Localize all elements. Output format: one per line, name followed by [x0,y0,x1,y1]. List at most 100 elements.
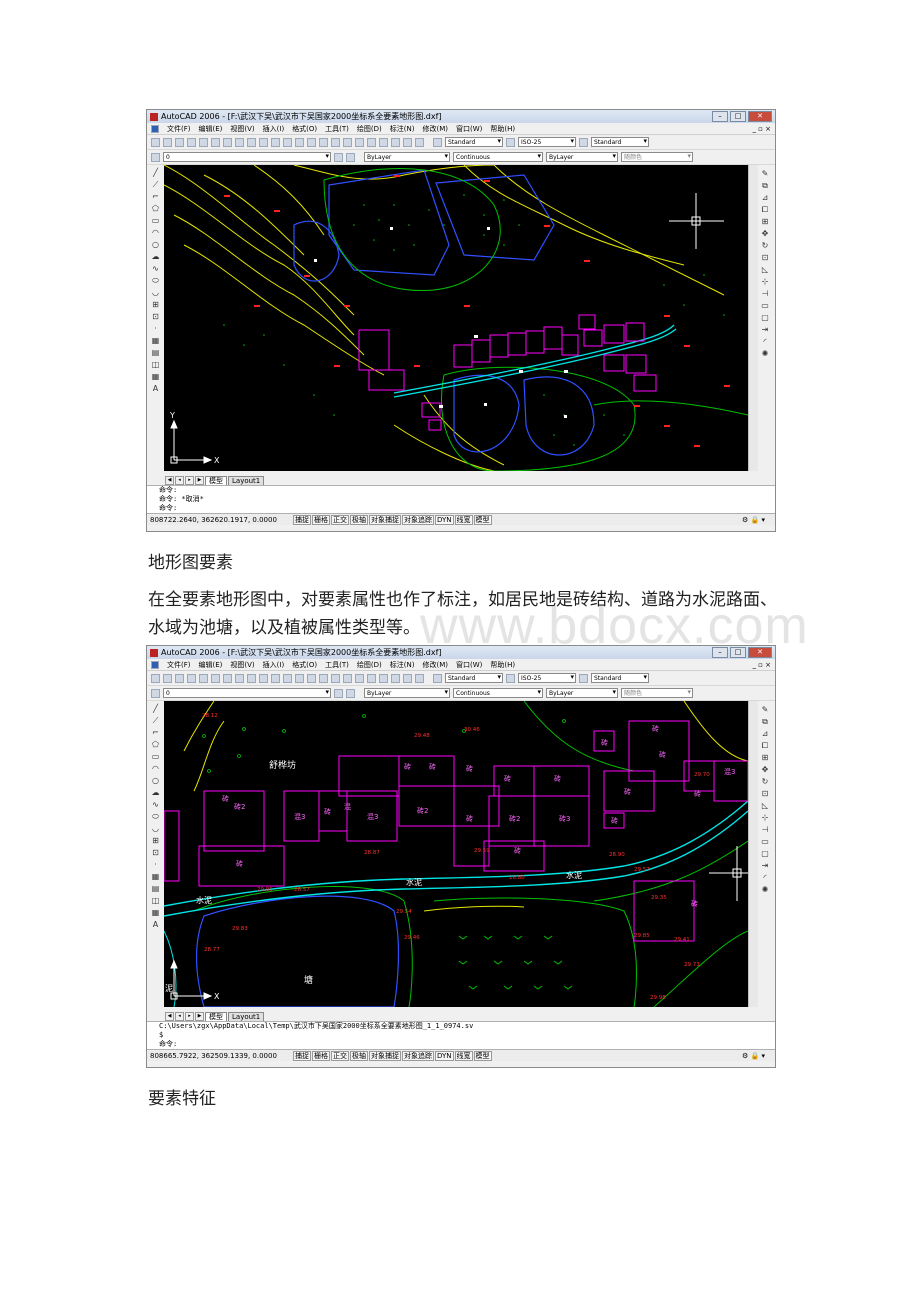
offset-icon[interactable]: ⧠ [761,205,770,214]
markup-icon[interactable] [391,137,400,147]
snap-toggle[interactable]: 捕捉 [293,1050,311,1061]
revcloud-icon[interactable]: ☁ [151,788,160,797]
menu-help[interactable]: 帮助(H) [490,660,515,670]
point-icon[interactable]: · [151,324,160,333]
lineweight-toggle[interactable]: 线宽 [454,1050,473,1061]
table-style-select[interactable]: Standard [591,673,649,683]
join-icon[interactable]: ▢ [761,313,770,322]
save-icon[interactable] [175,673,184,683]
linetype-select[interactable]: Continuous [453,152,543,162]
join-icon[interactable]: ▢ [761,849,770,858]
minimize-button[interactable]: – [712,647,728,658]
properties-icon[interactable] [343,673,352,683]
fillet-icon[interactable]: ◜ [761,873,770,882]
print-icon[interactable] [187,137,196,147]
region-icon[interactable]: ◫ [151,896,160,905]
array-icon[interactable]: ⊞ [761,217,770,226]
make-block-icon[interactable]: ⊡ [151,312,160,321]
menu-file[interactable]: 文件(F) [167,660,191,670]
first-tab-button[interactable]: ◀ [165,475,174,485]
layer-previous-icon[interactable] [346,688,355,698]
color-select[interactable]: ByLayer [364,688,450,698]
doc-window-controls[interactable]: _ ▫ × [752,125,775,133]
mirror-icon[interactable]: ⊿ [761,729,770,738]
vertical-scrollbar[interactable] [748,701,758,1007]
erase-icon[interactable]: ✎ [761,169,770,178]
command-prompt[interactable]: 命令: [159,1040,775,1049]
polygon-icon[interactable]: ⬠ [151,740,160,749]
copy-object-icon[interactable]: ⧉ [761,181,770,190]
tray-icons[interactable]: ⚙ 🔒 ▾ [742,516,775,524]
text-style-select[interactable]: Standard [445,673,503,683]
model-toggle[interactable]: 模型 [473,514,492,525]
menu-window[interactable]: 窗口(W) [456,124,482,134]
rectangle-icon[interactable]: ▭ [151,752,160,761]
menu-tools[interactable]: 工具(T) [325,124,349,134]
fillet-icon[interactable]: ◜ [761,337,770,346]
menu-draw[interactable]: 绘图(D) [357,124,382,134]
hatch-icon[interactable]: ▦ [151,872,160,881]
tab-model[interactable]: 模型 [205,1011,227,1021]
mtext-icon[interactable]: A [151,384,160,393]
table-style-select[interactable]: Standard [591,137,649,147]
osnap-toggle[interactable]: 对象捕捉 [369,514,401,525]
model-space-canvas[interactable]: Y X [163,164,749,472]
move-icon[interactable]: ✥ [761,229,770,238]
grid-toggle[interactable]: 栅格 [312,514,330,525]
calculator-icon[interactable] [403,137,412,147]
ortho-toggle[interactable]: 正交 [331,514,349,525]
doc-window-controls[interactable]: _ ▫ × [752,661,775,669]
sheet-set-icon[interactable] [379,673,388,683]
new-icon[interactable] [151,137,160,147]
dim-style-select[interactable]: ISO-25 [518,137,576,147]
construction-line-icon[interactable]: ⟋ [151,716,160,725]
zoom-realtime-icon[interactable] [307,673,316,683]
table-icon[interactable]: ▦ [151,908,160,917]
color-select[interactable]: ByLayer [364,152,450,162]
sheet-set-icon[interactable] [379,137,388,147]
stretch-icon[interactable]: ◺ [761,801,770,810]
menu-modify[interactable]: 修改(M) [422,660,448,670]
extend-icon[interactable]: ⊣ [761,825,770,834]
grid-toggle[interactable]: 栅格 [312,1050,330,1061]
prev-tab-button[interactable]: ◂ [175,475,184,485]
open-icon[interactable] [163,137,172,147]
maximize-button[interactable]: □ [730,111,746,122]
make-block-icon[interactable]: ⊡ [151,848,160,857]
menu-edit[interactable]: 编辑(E) [199,660,223,670]
mirror-icon[interactable]: ⊿ [761,193,770,202]
vertical-scrollbar[interactable] [748,165,758,471]
lineweight-toggle[interactable]: 线宽 [454,514,473,525]
maximize-button[interactable]: □ [730,647,746,658]
rotate-icon[interactable]: ↻ [761,241,770,250]
stretch-icon[interactable]: ◺ [761,265,770,274]
hatch-icon[interactable]: ▦ [151,336,160,345]
design-center-icon[interactable] [355,137,364,147]
calculator-icon[interactable] [403,673,412,683]
break-icon[interactable]: ▭ [761,837,770,846]
snap-toggle[interactable]: 捕捉 [293,514,311,525]
copy-icon[interactable] [235,673,244,683]
next-tab-button[interactable]: ▸ [185,475,194,485]
linetype-select[interactable]: Continuous [453,688,543,698]
tab-layout1[interactable]: Layout1 [228,1011,265,1021]
help-icon[interactable] [415,137,424,147]
ellipse-arc-icon[interactable]: ◡ [151,824,160,833]
plotstyle-select[interactable]: 随颜色 [621,152,693,162]
model-space-canvas-zoomed[interactable]: 舒桦坊 水泥 水泥 水泥 塘 泥 砖 砖2 砖 混3 砖 混3 砖 砖 砖2 砖 [163,700,749,1008]
region-icon[interactable]: ◫ [151,360,160,369]
minimize-button[interactable]: – [712,111,728,122]
last-tab-button[interactable]: ▶ [195,1011,204,1021]
osnap-toggle[interactable]: 对象捕捉 [369,1050,401,1061]
scale-icon[interactable]: ⊡ [761,789,770,798]
publish-icon[interactable] [211,137,220,147]
menu-format[interactable]: 格式(O) [292,124,317,134]
layer-manager-icon[interactable] [151,688,160,698]
undo-icon[interactable] [271,137,280,147]
scale-icon[interactable]: ⊡ [761,253,770,262]
polyline-icon[interactable]: ⌐ [151,728,160,737]
polar-toggle[interactable]: 极轴 [350,1050,368,1061]
print-icon[interactable] [187,673,196,683]
line-icon[interactable]: ╱ [151,168,160,177]
zoom-previous-icon[interactable] [331,673,340,683]
